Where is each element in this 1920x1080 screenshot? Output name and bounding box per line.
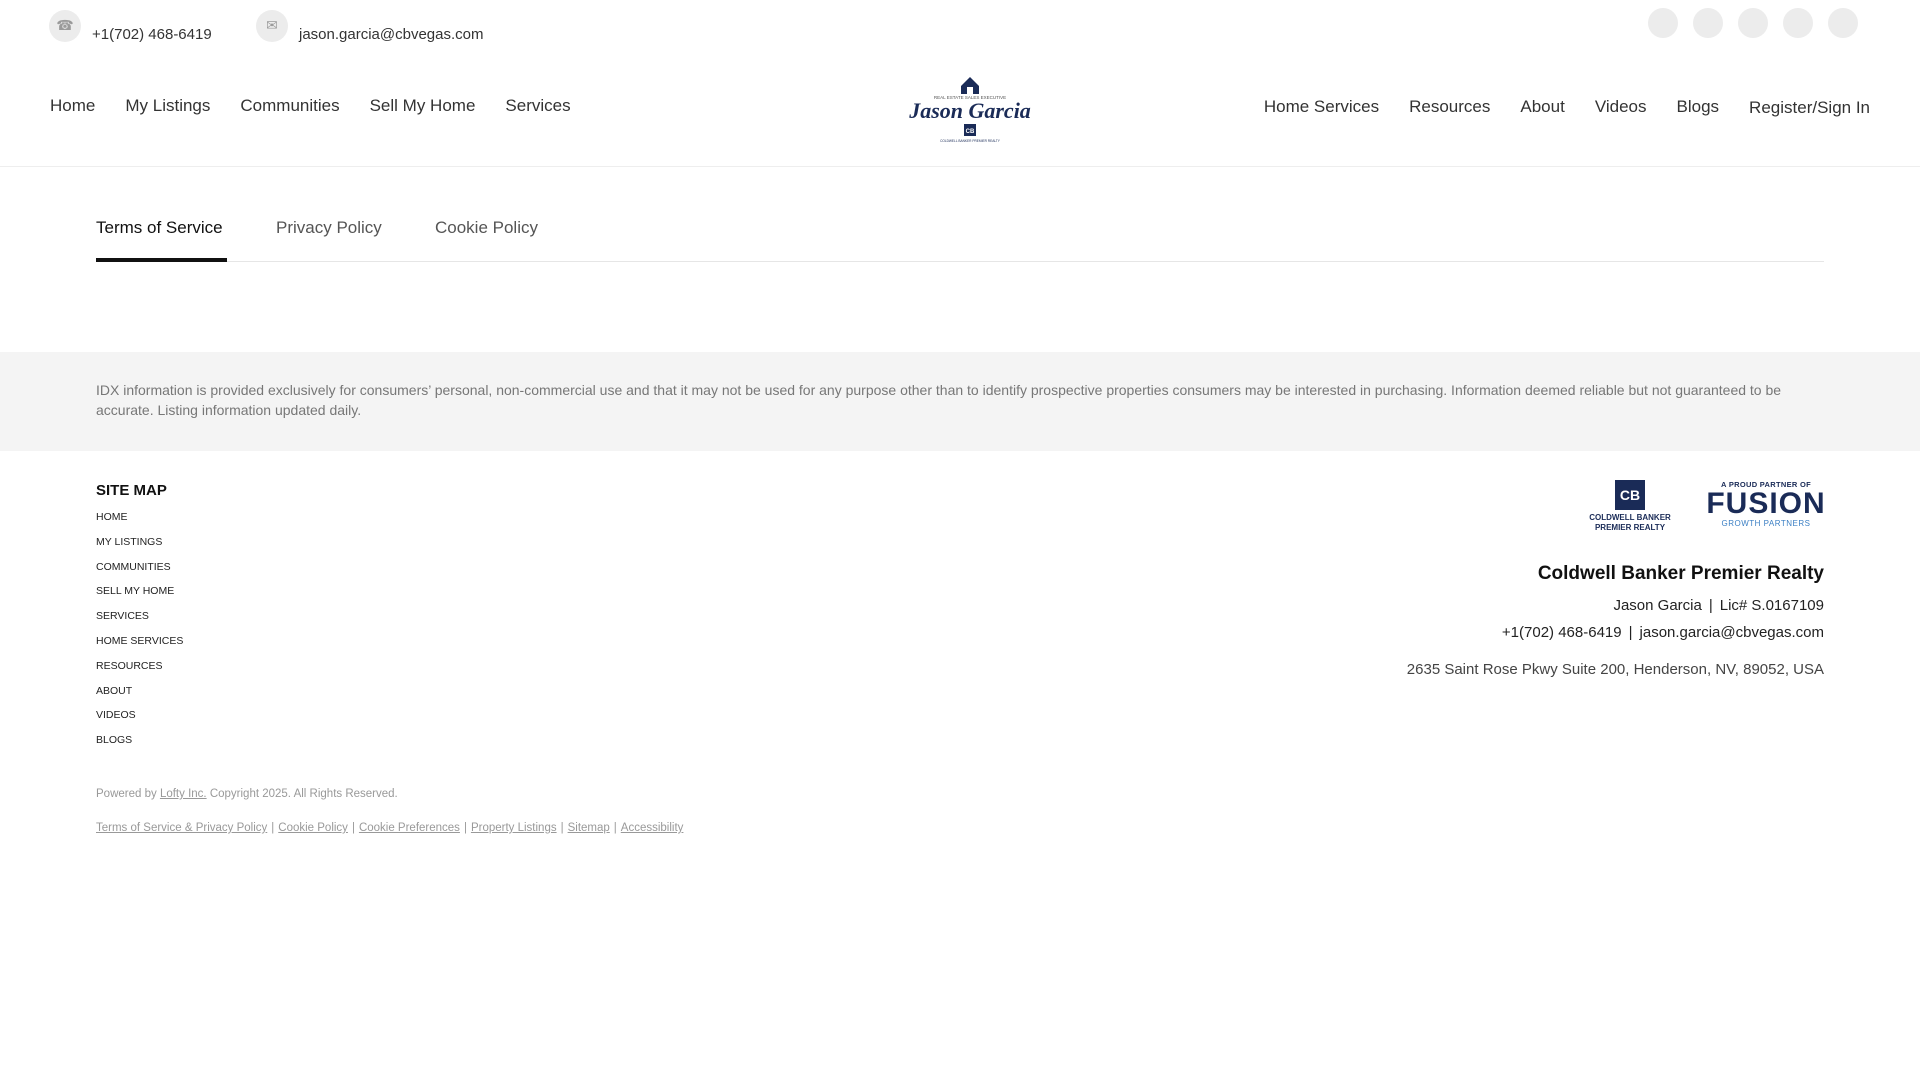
instagram-icon[interactable]: [1693, 8, 1723, 38]
svg-text:CB: CB: [966, 129, 975, 135]
powered-by-line: Powered by Lofty Inc. Copyright 2025. Al…: [96, 788, 398, 800]
coldwell-banker-logo: CB COLDWELL BANKER PREMIER REALTY: [1582, 480, 1678, 536]
policy-tabs: Terms of Service Privacy Policy Cookie P…: [96, 218, 1824, 262]
fusion-partner-logo: A PROUD PARTNER OF FUSION GROWTH PARTNER…: [1706, 480, 1826, 530]
idx-disclaimer-section: IDX information is provided exclusively …: [0, 352, 1920, 451]
sitemap-title: SITE MAP: [96, 482, 167, 499]
top-email-text[interactable]: jason.garcia@cbvegas.com: [299, 26, 483, 43]
separator: |: [271, 822, 275, 834]
sitemap-link-home[interactable]: HOME: [96, 510, 183, 535]
linkedin-icon[interactable]: [1738, 8, 1768, 38]
sitemap-link-services[interactable]: SERVICES: [96, 609, 183, 634]
sitemap-link-blogs[interactable]: BLOGS: [96, 733, 183, 758]
fusion-logo-mid: FUSION: [1706, 487, 1826, 520]
phone-icon: ☎: [49, 9, 81, 42]
sitemap-link-about[interactable]: ABOUT: [96, 684, 183, 709]
legal-link-property-listings[interactable]: Property Listings: [471, 822, 557, 834]
nav-item-blogs[interactable]: Blogs: [1677, 97, 1720, 117]
cb-logo-line1: COLDWELL BANKER: [1589, 513, 1671, 522]
site-logo[interactable]: REAL ESTATE SALES EXECUTIVE Jason Garcia…: [908, 64, 1032, 150]
tab-terms-of-service[interactable]: Terms of Service: [96, 218, 223, 238]
footer-email[interactable]: jason.garcia@cbvegas.com: [1640, 624, 1824, 641]
fusion-logo-bottom: GROWTH PARTNERS: [1721, 519, 1811, 528]
sitemap-link-videos[interactable]: VIDEOS: [96, 708, 183, 733]
company-name: Coldwell Banker Premier Realty: [1537, 563, 1824, 584]
separator: |: [1628, 624, 1633, 641]
sitemap-link-my-listings[interactable]: MY LISTINGS: [96, 535, 183, 560]
facebook-icon[interactable]: [1648, 8, 1678, 38]
brand-logos: CB COLDWELL BANKER PREMIER REALTY A PROU…: [1582, 480, 1826, 536]
nav-item-home[interactable]: Home: [50, 96, 95, 116]
nav-item-communities[interactable]: Communities: [240, 96, 339, 116]
legal-link-cookie-preferences[interactable]: Cookie Preferences: [359, 822, 460, 834]
sitemap-link-sell-my-home[interactable]: SELL MY HOME: [96, 584, 183, 609]
top-phone-text[interactable]: +1(702) 468-6419: [92, 26, 212, 43]
lofty-link[interactable]: Lofty Inc.: [160, 788, 207, 800]
top-email-contact[interactable]: ✉ jason.garcia@cbvegas.com: [256, 8, 483, 43]
sitemap-link-resources[interactable]: RESOURCES: [96, 659, 183, 684]
active-tab-indicator: [96, 258, 227, 262]
cb-mark: CB: [1615, 480, 1645, 510]
legal-links: Terms of Service & Privacy Policy | Cookie…: [96, 822, 683, 834]
tab-cookie-policy[interactable]: Cookie Policy: [435, 218, 538, 238]
main-nav-right: Home Services Resources About Videos Blo…: [1264, 96, 1870, 118]
nav-item-about[interactable]: About: [1520, 97, 1564, 117]
legal-link-terms-privacy[interactable]: Terms of Service & Privacy Policy: [96, 822, 267, 834]
separator: |: [560, 822, 564, 834]
social-links: [1648, 8, 1858, 38]
header-divider: [0, 166, 1920, 167]
main-nav-left: Home My Listings Communities Sell My Hom…: [50, 96, 571, 116]
twitter-icon[interactable]: [1828, 8, 1858, 38]
tab-privacy-policy[interactable]: Privacy Policy: [276, 218, 382, 238]
nav-item-sell-my-home[interactable]: Sell My Home: [370, 96, 476, 116]
nav-item-my-listings[interactable]: My Listings: [125, 96, 210, 116]
youtube-icon[interactable]: [1783, 8, 1813, 38]
sitemap-link-home-services[interactable]: HOME SERVICES: [96, 634, 183, 659]
svg-text:Jason Garcia: Jason Garcia: [908, 98, 1031, 123]
cb-logo-line2: PREMIER REALTY: [1594, 523, 1666, 532]
nav-item-services[interactable]: Services: [505, 96, 570, 116]
office-address: 2635 Saint Rose Pkwy Suite 200, Henderso…: [1406, 661, 1824, 678]
jason-garcia-logo: REAL ESTATE SALES EXECUTIVE Jason Garcia…: [908, 77, 1031, 143]
svg-text:COLDWELL BANKER PREMIER REALTY: COLDWELL BANKER PREMIER REALTY: [940, 139, 1001, 143]
powered-by-prefix: Powered by: [96, 788, 157, 800]
copyright-text: Copyright 2025. All Rights Reserved.: [209, 788, 398, 800]
license-number: Lic# S.0167109: [1719, 597, 1824, 614]
legal-link-sitemap[interactable]: Sitemap: [568, 822, 610, 834]
register-signin-link[interactable]: Register/Sign In: [1749, 98, 1870, 118]
sitemap-link-communities[interactable]: COMMUNITIES: [96, 560, 183, 585]
separator: |: [613, 822, 617, 834]
legal-link-cookie-policy[interactable]: Cookie Policy: [278, 822, 348, 834]
separator: |: [463, 822, 467, 834]
separator: |: [1708, 597, 1713, 614]
mail-icon: ✉: [256, 9, 288, 42]
nav-item-videos[interactable]: Videos: [1595, 97, 1647, 117]
separator: |: [351, 822, 355, 834]
sitemap-list: HOME MY LISTINGS COMMUNITIES SELL MY HOM…: [96, 510, 183, 758]
top-contact-bar: ☎ +1(702) 468-6419 ✉ jason.garcia@cbvega…: [0, 0, 1920, 60]
footer-phone[interactable]: +1(702) 468-6419: [1502, 624, 1622, 641]
agent-license-line: Jason Garcia | Lic# S.0167109: [1613, 597, 1824, 614]
nav-item-home-services[interactable]: Home Services: [1264, 97, 1379, 117]
agent-name: Jason Garcia: [1613, 597, 1702, 614]
footer-contact-line: +1(702) 468-6419 | jason.garcia@cbvegas.co…: [1502, 624, 1824, 641]
top-phone-contact[interactable]: ☎ +1(702) 468-6419: [49, 8, 212, 43]
legal-link-accessibility[interactable]: Accessibility: [621, 822, 684, 834]
idx-disclaimer-text: IDX information is provided exclusively …: [96, 382, 1782, 418]
nav-item-resources[interactable]: Resources: [1409, 97, 1490, 117]
